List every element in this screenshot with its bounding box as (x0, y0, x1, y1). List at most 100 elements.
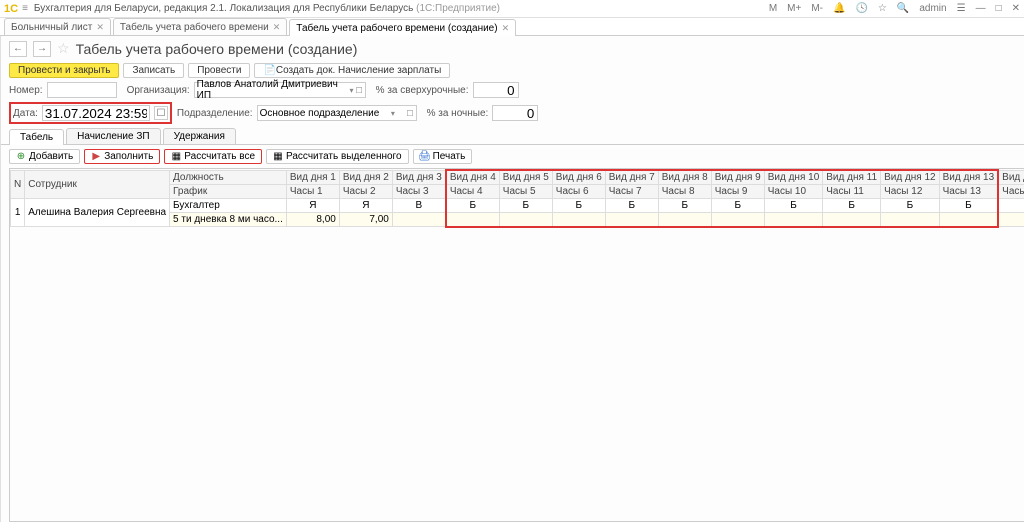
star-icon[interactable]: ☆ (878, 3, 887, 14)
tab-tabel[interactable]: Табель (9, 129, 64, 145)
date-input[interactable] (42, 105, 150, 121)
th-hours: Часы 6 (552, 185, 605, 199)
night-label: % за ночные: (427, 108, 489, 119)
th-daytype: Вид дня 1 (286, 170, 339, 185)
org-select[interactable]: Павлов Анатолий Дмитриевич ИП▾☐ (194, 82, 366, 98)
create-doc-button[interactable]: 📄Создать док. Начисление зарплаты (254, 63, 450, 78)
tab-close-icon[interactable]: ✕ (502, 23, 510, 34)
cell-hours[interactable] (658, 213, 711, 227)
clock-icon[interactable]: 🕓 (855, 3, 867, 14)
user-label[interactable]: admin (919, 3, 946, 14)
cell-hours[interactable] (998, 213, 1024, 227)
recalc-sel-button[interactable]: ▦Рассчитать выделенного (266, 149, 409, 164)
th-emp: Сотрудник (25, 170, 170, 199)
th-daytype: Вид дня 13 (939, 170, 998, 185)
org-label: Организация: (127, 85, 190, 96)
cell-daytype[interactable]: Я (339, 199, 392, 213)
number-label: Номер: (9, 85, 43, 96)
post-and-close-button[interactable]: Провести и закрыть (9, 63, 119, 78)
cell-daytype[interactable]: Б (939, 199, 998, 213)
cell-hours[interactable] (881, 213, 940, 227)
th-graph: График (170, 185, 287, 199)
cell-hours[interactable] (711, 213, 764, 227)
th-n: N (11, 170, 25, 199)
page-title: Табель учета рабочего времени (создание) (76, 41, 358, 57)
th-daytype: Вид дня 5 (499, 170, 552, 185)
mem-mminus[interactable]: M- (811, 3, 823, 14)
fill-button[interactable]: ▶Заполнить (84, 149, 160, 164)
cell-daytype[interactable]: Б (658, 199, 711, 213)
th-daytype: Вид дня 4 (446, 170, 499, 185)
th-daytype: Вид дня 3 (392, 170, 445, 185)
cell-hours[interactable] (605, 213, 658, 227)
th-daytype: Вид дня 12 (881, 170, 940, 185)
search-icon[interactable]: 🔍 (897, 3, 909, 14)
th-daytype: Вид дня 8 (658, 170, 711, 185)
page-tab[interactable]: Табель учета рабочего времени✕ (113, 18, 287, 35)
th-hours: Часы 10 (764, 185, 823, 199)
overtime-label: % за сверхурочные: (376, 85, 469, 96)
th-daytype: Вид дня 11 (823, 170, 881, 185)
th-daytype: Вид дня 2 (339, 170, 392, 185)
cell-pos[interactable]: Бухгалтер (170, 199, 287, 213)
recalc-all-button[interactable]: ▦Рассчитать все (164, 149, 262, 164)
cell-daytype[interactable]: Я (286, 199, 339, 213)
cell-graph[interactable]: 5 ти дневка 8 ми часо... (170, 213, 287, 227)
print-button[interactable]: 🖨Печать (413, 149, 473, 164)
cell-hours[interactable] (392, 213, 445, 227)
overtime-input[interactable] (473, 82, 519, 98)
cell-daytype[interactable]: Б (764, 199, 823, 213)
th-pos: Должность (170, 170, 287, 185)
cell-emp[interactable]: Алешина Валерия Сергеевна (25, 199, 170, 227)
highlight-date-area: Дата: ☐ (9, 102, 172, 124)
tab-close-icon[interactable]: ✕ (273, 22, 281, 33)
cell-daytype[interactable]: Б (823, 199, 881, 213)
tab-close-icon[interactable]: ✕ (96, 22, 104, 33)
bell-icon[interactable]: 🔔 (833, 3, 845, 14)
cell-hours[interactable] (764, 213, 823, 227)
cell-daytype[interactable]: В (392, 199, 445, 213)
th-daytype: Вид дня 14 (998, 170, 1024, 185)
cell-daytype[interactable]: Б (711, 199, 764, 213)
cell-daytype[interactable]: Б (446, 199, 499, 213)
page-tab[interactable]: Больничный лист✕ (4, 18, 111, 35)
cell-hours[interactable]: 8,00 (286, 213, 339, 227)
dept-label: Подразделение: (177, 108, 253, 119)
th-hours: Часы 11 (823, 185, 881, 199)
minimize-icon[interactable]: — (976, 3, 986, 14)
mem-m[interactable]: M (769, 3, 777, 14)
cell-hours[interactable] (552, 213, 605, 227)
night-input[interactable] (492, 105, 538, 121)
cell-daytype[interactable]: Б (499, 199, 552, 213)
number-input[interactable] (47, 82, 117, 98)
cell-daytype[interactable]: Б (552, 199, 605, 213)
tab-nachislenie[interactable]: Начисление ЗП (66, 128, 160, 144)
cell-hours[interactable] (939, 213, 998, 227)
back-button[interactable]: ← (9, 41, 27, 57)
th-hours: Часы 12 (881, 185, 940, 199)
close-icon[interactable]: ✕ (1012, 3, 1020, 14)
favorite-icon[interactable]: ☆ (57, 40, 70, 57)
th-hours: Часы 8 (658, 185, 711, 199)
maximize-icon[interactable]: □ (996, 3, 1002, 14)
mem-mplus[interactable]: M+ (787, 3, 801, 14)
save-button[interactable]: Записать (123, 63, 184, 78)
cell-daytype[interactable]: В (998, 199, 1024, 213)
page-tab[interactable]: Табель учета рабочего времени (создание)… (289, 19, 516, 36)
settings-icon[interactable]: ☰ (957, 3, 966, 14)
cell-hours[interactable]: 7,00 (339, 213, 392, 227)
dept-select[interactable]: Основное подразделение▾☐ (257, 105, 417, 121)
cell-daytype[interactable]: Б (881, 199, 940, 213)
tab-uderzhaniya[interactable]: Удержания (163, 128, 236, 144)
cell-daytype[interactable]: Б (605, 199, 658, 213)
cell-hours[interactable] (823, 213, 881, 227)
cell-hours[interactable] (446, 213, 499, 227)
cell-hours[interactable] (499, 213, 552, 227)
forward-button[interactable]: → (33, 41, 51, 57)
th-daytype: Вид дня 9 (711, 170, 764, 185)
menu-icon[interactable]: ≡ (22, 3, 28, 14)
cell-n[interactable]: 1 (11, 199, 25, 227)
post-button[interactable]: Провести (188, 63, 250, 78)
add-button[interactable]: ⊕Добавить (9, 149, 80, 164)
calendar-icon[interactable]: ☐ (154, 106, 168, 120)
